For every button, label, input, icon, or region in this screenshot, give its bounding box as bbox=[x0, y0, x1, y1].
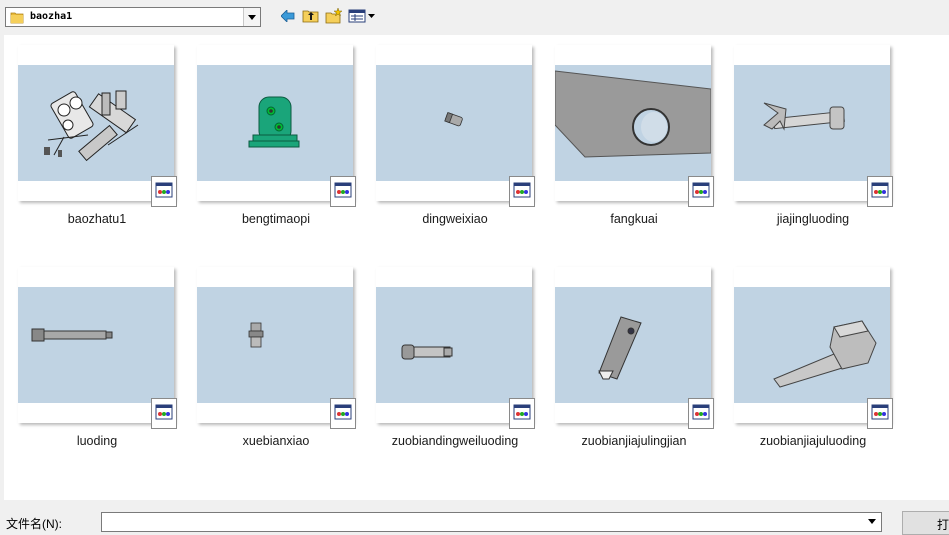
file-item[interactable]: xuebianxiao bbox=[183, 257, 356, 463]
part-file-icon bbox=[867, 176, 893, 207]
file-name: baozhatu1 bbox=[67, 212, 127, 226]
part-file-icon bbox=[509, 176, 535, 207]
file-name: zuobianjiajuluoding bbox=[759, 434, 867, 448]
part-file-icon bbox=[151, 176, 177, 207]
open-button-label: 打 bbox=[937, 518, 949, 532]
part-file-icon bbox=[688, 398, 714, 429]
file-item[interactable]: luoding bbox=[4, 257, 177, 463]
up-folder-button[interactable] bbox=[300, 8, 320, 26]
part-file-icon bbox=[688, 176, 714, 207]
file-name: luoding bbox=[76, 434, 118, 448]
new-folder-icon bbox=[325, 6, 343, 27]
file-item[interactable]: fangkuai bbox=[541, 35, 714, 241]
folder-icon bbox=[10, 10, 24, 27]
footer-bar: 文件名(N): 打 bbox=[0, 500, 949, 535]
file-item[interactable]: zuobiandingweiluoding bbox=[362, 257, 535, 463]
back-button[interactable] bbox=[278, 8, 298, 26]
file-name: zuobiandingweiluoding bbox=[391, 434, 519, 448]
part-file-icon bbox=[867, 398, 893, 429]
chevron-down-icon[interactable] bbox=[243, 8, 260, 26]
back-arrow-icon bbox=[280, 8, 295, 25]
file-item[interactable]: baozhatu1 bbox=[4, 35, 177, 241]
up-folder-icon bbox=[302, 8, 319, 26]
filename-label: 文件名(N): bbox=[6, 517, 62, 531]
view-menu-button[interactable] bbox=[347, 8, 377, 26]
file-name: jiajingluoding bbox=[776, 212, 850, 226]
toolbar: baozha1 bbox=[0, 0, 949, 34]
location-text: baozha1 bbox=[30, 11, 73, 22]
file-name: dingweixiao bbox=[422, 212, 488, 226]
file-item[interactable]: bengtimaopi bbox=[183, 35, 356, 241]
open-button[interactable]: 打 bbox=[902, 511, 949, 535]
file-name: fangkuai bbox=[610, 212, 658, 226]
part-file-icon bbox=[509, 398, 535, 429]
file-item[interactable]: jiajingluoding bbox=[720, 35, 893, 241]
file-item[interactable]: zuobianjiajulingjian bbox=[541, 257, 714, 463]
file-name: xuebianxiao bbox=[242, 434, 310, 448]
file-item[interactable]: dingweixiao bbox=[362, 35, 535, 241]
file-item[interactable]: zuobianjiajuluoding bbox=[720, 257, 893, 463]
new-folder-button[interactable] bbox=[324, 6, 344, 27]
file-name: zuobianjiajulingjian bbox=[581, 434, 687, 448]
file-name: bengtimaopi bbox=[241, 212, 311, 226]
view-menu-icon bbox=[348, 9, 376, 26]
file-list-view[interactable]: baozhatu1 bengtimaopi dingweixiao fangku… bbox=[4, 35, 949, 500]
part-file-icon bbox=[151, 398, 177, 429]
part-file-icon bbox=[330, 176, 356, 207]
filename-input[interactable] bbox=[101, 512, 882, 532]
location-combobox[interactable]: baozha1 bbox=[5, 7, 261, 27]
part-file-icon bbox=[330, 398, 356, 429]
